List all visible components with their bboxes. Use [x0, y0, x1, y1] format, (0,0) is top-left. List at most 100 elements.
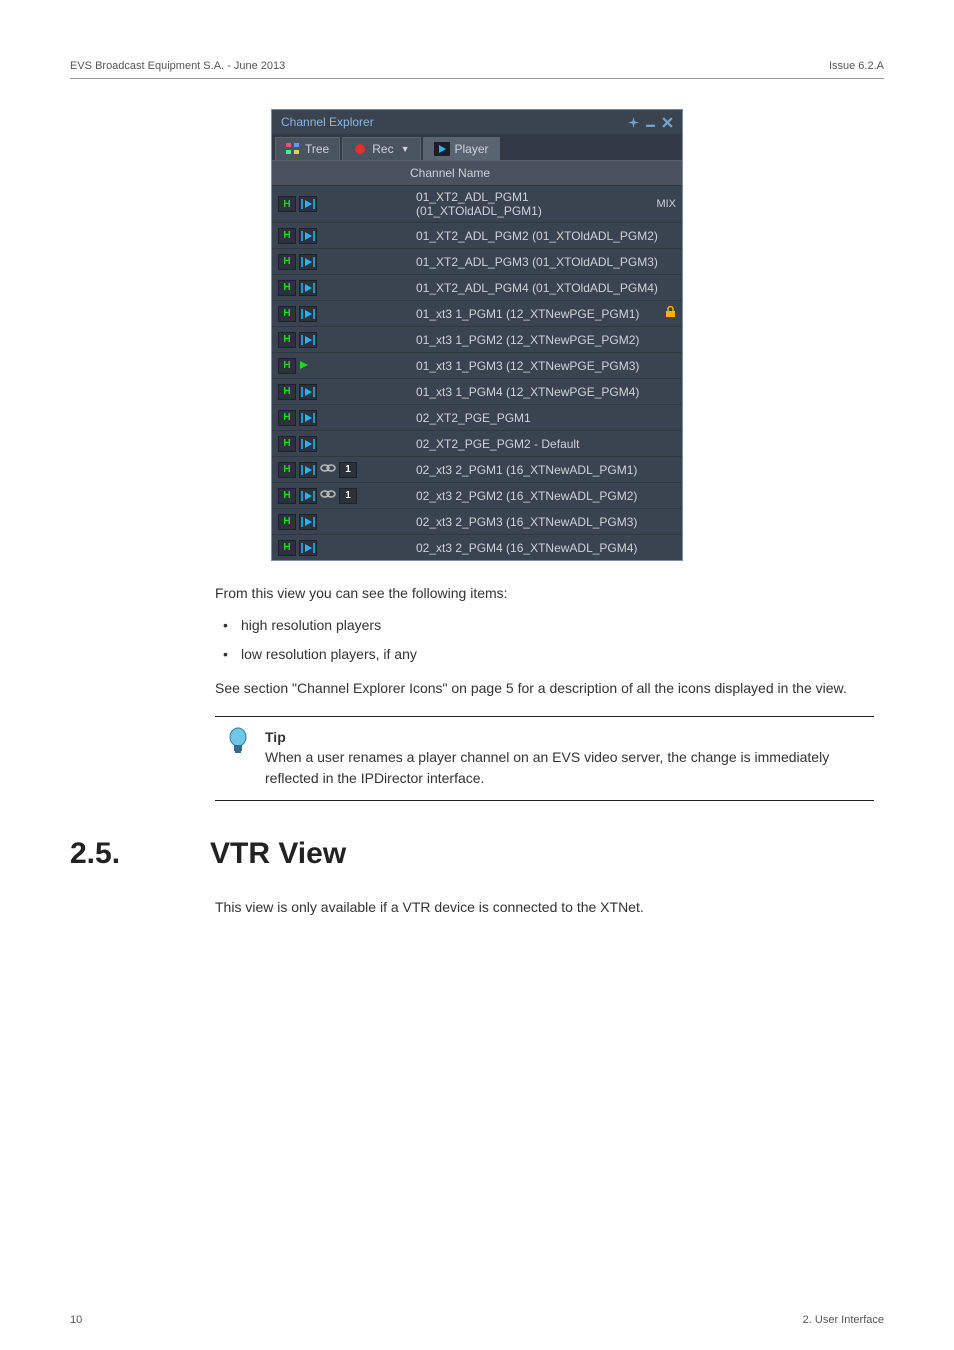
channel-name: 02_xt3 2_PGM3 (16_XTNewADL_PGM3)	[416, 515, 676, 529]
pin-icon[interactable]	[628, 117, 639, 128]
play-bracket-icon	[299, 540, 317, 556]
channel-name: 02_xt3 2_PGM1 (16_XTNewADL_PGM1)	[416, 463, 676, 477]
player-icon	[434, 142, 450, 156]
one-icon: 1	[339, 462, 357, 478]
channel-name: 02_xt3 2_PGM4 (16_XTNewADL_PGM4)	[416, 541, 676, 555]
header-right: Issue 6.2.A	[829, 60, 884, 72]
link-icon	[320, 462, 336, 477]
channel-name: 01_xt3 1_PGM2 (12_XTNewPGE_PGM2)	[416, 333, 676, 347]
play-bracket-icon	[299, 462, 317, 478]
channel-name: 02_XT2_PGE_PGM2 - Default	[416, 437, 676, 451]
h-icon: H	[278, 332, 296, 348]
table-row[interactable]: H 01_XT2_ADL_PGM1 (01_XTOldADL_PGM1) MIX	[272, 185, 682, 222]
see-section-text: See section "Channel Explorer Icons" on …	[215, 678, 874, 698]
page-header: EVS Broadcast Equipment S.A. - June 2013…	[70, 60, 884, 79]
table-row[interactable]: H 02_XT2_PGE_PGM2 - Default	[272, 430, 682, 456]
header-left: EVS Broadcast Equipment S.A. - June 2013	[70, 60, 285, 72]
table-row[interactable]: H 01_XT2_ADL_PGM2 (01_XTOldADL_PGM2)	[272, 222, 682, 248]
tab-rec[interactable]: Rec ▼	[342, 137, 420, 160]
h-icon: H	[278, 488, 296, 504]
table-row[interactable]: H 01_XT2_ADL_PGM3 (01_XTOldADL_PGM3)	[272, 248, 682, 274]
table-row[interactable]: H 01_XT2_ADL_PGM4 (01_XTOldADL_PGM4)	[272, 274, 682, 300]
footer-page-number: 10	[70, 1314, 82, 1326]
table-row[interactable]: H 1 02_xt3 2_PGM2 (16_XTNewADL_PGM2)	[272, 482, 682, 508]
link-icon	[320, 488, 336, 503]
table-row[interactable]: H 01_xt3 1_PGM2 (12_XTNewPGE_PGM2)	[272, 326, 682, 352]
h-icon: H	[278, 436, 296, 452]
h-icon: H	[278, 280, 296, 296]
mix-suffix: MIX	[656, 198, 676, 210]
table-row[interactable]: H 02_XT2_PGE_PGM1	[272, 404, 682, 430]
one-icon: 1	[339, 488, 357, 504]
h-icon: H	[278, 196, 296, 212]
h-icon: H	[278, 384, 296, 400]
play-bracket-icon	[299, 436, 317, 452]
tab-tree[interactable]: Tree	[275, 137, 340, 160]
play-icon	[299, 359, 311, 373]
section-title: VTR View	[210, 837, 346, 871]
channel-list: H 01_XT2_ADL_PGM1 (01_XTOldADL_PGM1) MIX H 0…	[272, 185, 682, 560]
h-icon: H	[278, 228, 296, 244]
column-header-name: Channel Name	[410, 166, 490, 180]
h-icon: H	[278, 514, 296, 530]
play-bracket-icon	[299, 228, 317, 244]
channel-explorer-panel: Channel Explorer Tree Rec ▼	[271, 109, 683, 561]
list-item: high resolution players	[215, 615, 874, 635]
tab-rec-label: Rec	[372, 142, 393, 156]
h-icon: H	[278, 410, 296, 426]
channel-name: 01_XT2_ADL_PGM4 (01_XTOldADL_PGM4)	[416, 281, 676, 295]
column-header-row: Channel Name	[272, 160, 682, 185]
h-icon: H	[278, 306, 296, 322]
footer-section: 2. User Interface	[803, 1314, 884, 1326]
intro-text: From this view you can see the following…	[215, 583, 874, 603]
tab-bar: Tree Rec ▼ Player	[272, 134, 682, 160]
panel-title-text: Channel Explorer	[281, 115, 374, 129]
table-row[interactable]: H 1 02_xt3 2_PGM1 (16_XTNewADL_PGM1)	[272, 456, 682, 482]
channel-name: 01_XT2_ADL_PGM3 (01_XTOldADL_PGM3)	[416, 255, 676, 269]
play-bracket-icon	[299, 280, 317, 296]
tip-label: Tip	[265, 729, 286, 745]
h-icon: H	[278, 358, 296, 374]
channel-name: 02_XT2_PGE_PGM1	[416, 411, 676, 425]
channel-name: 01_xt3 1_PGM4 (12_XTNewPGE_PGM4)	[416, 385, 676, 399]
chevron-down-icon: ▼	[401, 144, 410, 154]
tip-box: Tip When a user renames a player channel…	[215, 716, 874, 801]
page-footer: 10 2. User Interface	[70, 1314, 884, 1326]
section-heading: 2.5. VTR View	[70, 837, 884, 871]
lock-icon	[665, 306, 676, 321]
section-number: 2.5.	[70, 837, 170, 871]
lightbulb-icon	[227, 727, 249, 757]
play-bracket-icon	[299, 410, 317, 426]
record-icon	[353, 143, 367, 155]
h-icon: H	[278, 540, 296, 556]
tab-player-label: Player	[455, 142, 489, 156]
minimize-icon[interactable]	[645, 117, 656, 128]
tab-tree-label: Tree	[305, 142, 329, 156]
panel-titlebar: Channel Explorer	[272, 110, 682, 134]
play-bracket-icon	[299, 514, 317, 530]
play-bracket-icon	[299, 332, 317, 348]
table-row[interactable]: H 01_xt3 1_PGM4 (12_XTNewPGE_PGM4)	[272, 378, 682, 404]
channel-name: 02_xt3 2_PGM2 (16_XTNewADL_PGM2)	[416, 489, 676, 503]
play-bracket-icon	[299, 384, 317, 400]
tab-player[interactable]: Player	[423, 137, 500, 160]
channel-name: 01_xt3 1_PGM1 (12_XTNewPGE_PGM1)	[416, 307, 659, 321]
bullet-list: high resolution players low resolution p…	[215, 615, 874, 664]
play-bracket-icon	[299, 306, 317, 322]
h-icon: H	[278, 254, 296, 270]
play-bracket-icon	[299, 196, 317, 212]
list-item: low resolution players, if any	[215, 644, 874, 664]
h-icon: H	[278, 462, 296, 478]
table-row[interactable]: H 02_xt3 2_PGM3 (16_XTNewADL_PGM3)	[272, 508, 682, 534]
channel-name: 01_XT2_ADL_PGM2 (01_XTOldADL_PGM2)	[416, 229, 676, 243]
close-icon[interactable]	[662, 117, 673, 128]
section-body: This view is only available if a VTR dev…	[215, 897, 874, 917]
tree-icon	[286, 143, 300, 155]
play-bracket-icon	[299, 254, 317, 270]
channel-name: 01_xt3 1_PGM3 (12_XTNewPGE_PGM3)	[416, 359, 676, 373]
tip-body: When a user renames a player channel on …	[265, 749, 829, 785]
table-row[interactable]: H 02_xt3 2_PGM4 (16_XTNewADL_PGM4)	[272, 534, 682, 560]
table-row[interactable]: H 01_xt3 1_PGM1 (12_XTNewPGE_PGM1)	[272, 300, 682, 326]
channel-name: 01_XT2_ADL_PGM1 (01_XTOldADL_PGM1)	[416, 190, 652, 218]
table-row[interactable]: H 01_xt3 1_PGM3 (12_XTNewPGE_PGM3)	[272, 352, 682, 378]
